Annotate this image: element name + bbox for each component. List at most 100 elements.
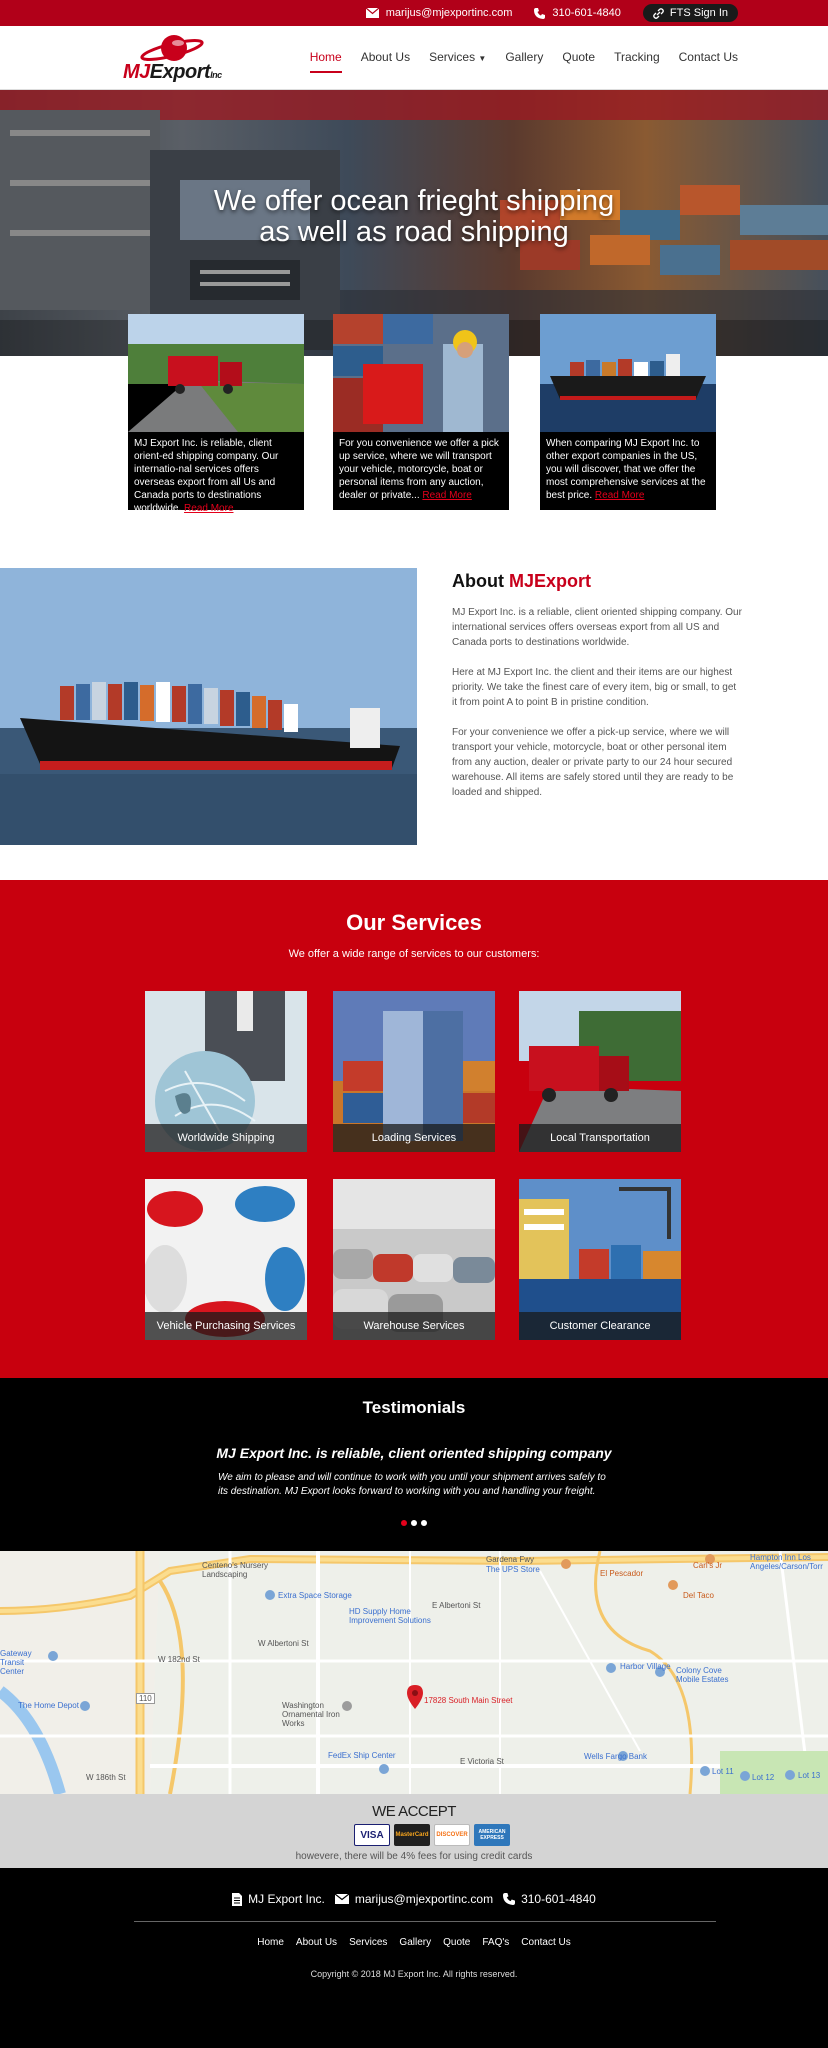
- topbar-phone[interactable]: 310-601-4840: [534, 7, 621, 19]
- map-pin-icon: [407, 1685, 423, 1709]
- map-address-label: 17828 South Main Street: [424, 1696, 513, 1705]
- feature-text-1: MJ Export Inc. is reliable, client orien…: [128, 432, 304, 520]
- carousel-dot-3[interactable]: [421, 1520, 427, 1526]
- map-label-carls: Carl's Jr: [693, 1561, 723, 1570]
- read-more-link-2[interactable]: Read More: [422, 490, 471, 501]
- services-heading: Our Services: [346, 910, 482, 935]
- payment-cards: VISA MasterCard DISCOVER AMERICAN EXPRES…: [354, 1824, 510, 1846]
- footer-phone-text: 310-601-4840: [521, 1892, 596, 1906]
- footer-email[interactable]: marijus@mjexportinc.com: [334, 1892, 493, 1906]
- envelope-icon: [334, 1894, 349, 1904]
- mastercard-icon: MasterCard: [394, 1824, 430, 1846]
- testimonial-quote: MJ Export Inc. is reliable, client orien…: [216, 1445, 612, 1461]
- logo-inc: Inc: [210, 70, 222, 80]
- logo-mj: MJ: [123, 61, 150, 83]
- map-label-victoria: E Victoria St: [460, 1757, 504, 1766]
- document-icon: [232, 1892, 243, 1906]
- map-label-w186: W 186th St: [86, 1773, 126, 1782]
- credit-card-fee-note: howevere, there will be 4% fees for usin…: [295, 1851, 533, 1862]
- map-label-harbor: Harbor Village: [620, 1662, 671, 1671]
- feature-card-1: MJ Export Inc. is reliable, client orien…: [128, 314, 304, 514]
- topbar-phone-text: 310-601-4840: [552, 7, 621, 19]
- carousel-dot-1[interactable]: [401, 1520, 407, 1526]
- map-label-lot11: Lot 11: [712, 1767, 734, 1776]
- read-more-link-1[interactable]: Read More: [184, 503, 233, 514]
- testimonial-body: We aim to please and will continue to wo…: [218, 1472, 606, 1497]
- feature-image-forklift: [333, 314, 509, 432]
- nav-services-label: Services: [429, 50, 476, 64]
- topbar-email[interactable]: marijus@mjexportinc.com: [365, 7, 512, 19]
- site-logo[interactable]: MJExportInc: [120, 30, 240, 86]
- services-subheading: We offer a wide range of services to our…: [288, 948, 540, 960]
- service-card-loading-services[interactable]: Loading Services: [333, 991, 495, 1152]
- map-label-extra: Extra Space Storage: [278, 1591, 352, 1600]
- footer-contacts: MJ Export Inc. marijus@mjexportinc.com 3…: [0, 1892, 828, 1906]
- footer-company: MJ Export Inc.: [232, 1892, 325, 1906]
- footer-link-contact-us[interactable]: Contact Us: [521, 1937, 570, 1948]
- hero-heading-line1: We offer ocean frieght shipping: [213, 185, 615, 217]
- map-label-hd: HD Supply Home Improvement Solutions: [349, 1607, 431, 1625]
- footer-link-quote[interactable]: Quote: [443, 1937, 470, 1948]
- service-card-vehicle-purchasing[interactable]: Vehicle Purchasing Services: [145, 1179, 307, 1340]
- map-label-albertoni: W Albertoni St: [258, 1639, 309, 1648]
- nav-tracking[interactable]: Tracking: [614, 50, 660, 73]
- main-nav: Home About Us Services ▼ Gallery Quote T…: [309, 50, 738, 73]
- footer-link-faqs[interactable]: FAQ's: [482, 1937, 509, 1948]
- nav-about-us[interactable]: About Us: [361, 50, 410, 73]
- map-label-pescador: El Pescador: [600, 1569, 644, 1578]
- nav-quote[interactable]: Quote: [562, 50, 595, 73]
- caret-down-icon: ▼: [478, 54, 487, 63]
- service-label-3: Local Transportation: [519, 1124, 681, 1152]
- service-label-4: Vehicle Purchasing Services: [145, 1312, 307, 1340]
- feature-text-2: For you convenience we offer a pick up s…: [333, 432, 509, 507]
- map-label-lot13: Lot 13: [798, 1771, 821, 1780]
- discover-card-icon: DISCOVER: [434, 1824, 470, 1846]
- feature-card-3: When comparing MJ Export Inc. to other e…: [540, 314, 716, 510]
- nav-contact-us[interactable]: Contact Us: [679, 50, 738, 73]
- fts-signin-label: FTS Sign In: [669, 7, 728, 19]
- service-card-warehouse-services[interactable]: Warehouse Services: [333, 1179, 495, 1340]
- map-label-fedex: FedEx Ship Center: [328, 1751, 396, 1760]
- map-label-i110: 110: [136, 1693, 155, 1704]
- about-paragraph-1: MJ Export Inc. is a reliable, client ori…: [452, 607, 742, 648]
- footer-link-about-us[interactable]: About Us: [296, 1937, 337, 1948]
- feature-text-3: When comparing MJ Export Inc. to other e…: [540, 432, 716, 507]
- footer-link-gallery[interactable]: Gallery: [399, 1937, 431, 1948]
- map-label-w182: W 182nd St: [158, 1655, 200, 1664]
- service-label-5: Warehouse Services: [333, 1312, 495, 1340]
- nav-services[interactable]: Services ▼: [429, 50, 486, 73]
- map-label-gardena: Gardena Fwy: [486, 1555, 535, 1564]
- read-more-link-3[interactable]: Read More: [595, 490, 644, 501]
- site-header: MJExportInc Home About Us Services ▼ Gal…: [0, 26, 828, 90]
- nav-gallery[interactable]: Gallery: [505, 50, 543, 73]
- map-label-colony: Colony Cove Mobile Estates: [676, 1666, 729, 1684]
- map-label-taco: Del Taco: [683, 1591, 714, 1600]
- top-bar: marijus@mjexportinc.com 310-601-4840 FTS…: [0, 0, 828, 26]
- about-ship-image: [0, 568, 417, 845]
- visa-card-icon: VISA: [354, 1824, 390, 1846]
- feature-image-ship: [540, 314, 716, 432]
- service-card-local-transportation[interactable]: Local Transportation: [519, 991, 681, 1152]
- footer-link-services[interactable]: Services: [349, 1937, 387, 1948]
- map-label-ups: The UPS Store: [486, 1565, 540, 1574]
- logo-planet-icon: [140, 35, 204, 61]
- hero-heading-line2: as well as road shipping: [259, 216, 569, 248]
- footer-phone[interactable]: 310-601-4840: [503, 1892, 596, 1906]
- carousel-dot-2[interactable]: [411, 1520, 417, 1526]
- map-label-washington: Washington Ornamental Iron Works: [282, 1701, 340, 1728]
- service-label-2: Loading Services: [333, 1124, 495, 1152]
- footer-link-home[interactable]: Home: [257, 1937, 284, 1948]
- testimonials-section: Testimonials MJ Export Inc. is reliable,…: [0, 1378, 828, 1551]
- service-label-1: Worldwide Shipping: [145, 1124, 307, 1152]
- service-card-customer-clearance[interactable]: Customer Clearance: [519, 1179, 681, 1340]
- payment-section: WE ACCEPT VISA MasterCard DISCOVER AMERI…: [0, 1794, 828, 1868]
- nav-home[interactable]: Home: [309, 50, 342, 73]
- location-map[interactable]: 17828 South Main Street Centeno's Nurser…: [0, 1551, 828, 1794]
- testimonials-heading: Testimonials: [362, 1398, 466, 1417]
- about-paragraph-2: Here at MJ Export Inc. the client and th…: [452, 667, 737, 708]
- map-label-centeno: Centeno's Nursery Landscaping: [202, 1561, 268, 1579]
- service-card-worldwide-shipping[interactable]: Worldwide Shipping: [145, 991, 307, 1152]
- map-label-wells: Wells Fargo Bank: [584, 1752, 647, 1761]
- fts-signin-button[interactable]: FTS Sign In: [642, 4, 738, 22]
- envelope-icon: [365, 8, 379, 18]
